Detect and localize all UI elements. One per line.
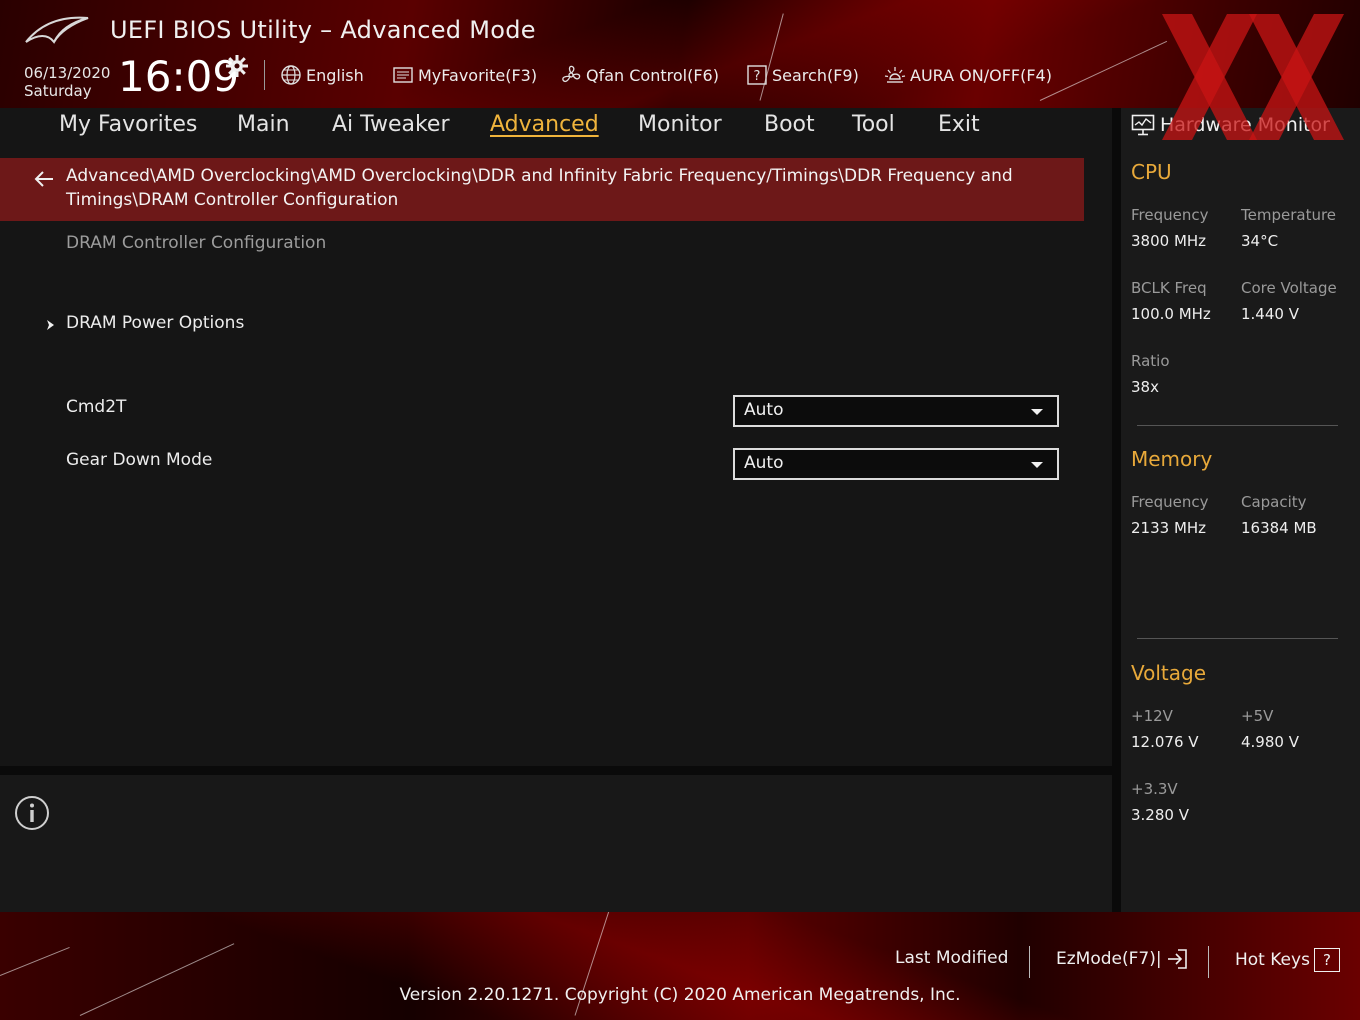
search-button[interactable]: ? Search(F9): [746, 64, 859, 86]
language-button[interactable]: English: [280, 64, 364, 86]
back-arrow-icon[interactable]: [32, 167, 56, 191]
myfavorite-label: MyFavorite(F3): [418, 65, 538, 85]
ezmode-label: EzMode(F7)|: [1056, 949, 1162, 969]
bclk-value: 100.0 MHz: [1131, 305, 1211, 323]
core-voltage-label: Core Voltage: [1241, 279, 1337, 297]
caret-down-icon: [1031, 409, 1043, 415]
gear-down-mode-value: Auto: [744, 453, 784, 473]
section-title: DRAM Controller Configuration: [66, 233, 327, 253]
memory-frequency-value: 2133 MHz: [1131, 519, 1207, 537]
hot-keys-button[interactable]: Hot Keys ?: [1235, 948, 1340, 972]
tab-monitor[interactable]: Monitor: [638, 112, 722, 137]
favorite-list-icon: [393, 67, 413, 83]
app-title: UEFI BIOS Utility – Advanced Mode: [110, 16, 536, 44]
tab-main[interactable]: Main: [237, 112, 290, 137]
tab-advanced[interactable]: Advanced: [490, 112, 599, 137]
v5-value: 4.980 V: [1241, 733, 1299, 751]
ezmode-button[interactable]: EzMode(F7)|: [1056, 948, 1188, 970]
tab-exit[interactable]: Exit: [938, 112, 980, 137]
cpu-heading: CPU: [1131, 160, 1172, 184]
search-label: Search(F9): [772, 65, 859, 85]
memory-frequency-label: Frequency: [1131, 493, 1209, 511]
info-icon: [15, 796, 49, 830]
voltage-heading: Voltage: [1131, 661, 1207, 685]
setting-label-cmd2t: Cmd2T: [66, 397, 127, 417]
rog-logo-icon: [25, 16, 89, 44]
submenu-dram-power-options[interactable]: DRAM Power Options: [66, 313, 244, 333]
v33-label: +3.3V: [1131, 780, 1178, 798]
memory-capacity-label: Capacity: [1241, 493, 1307, 511]
hw-separator: [1137, 425, 1338, 426]
fan-icon: [562, 65, 581, 83]
v12-value: 12.076 V: [1131, 733, 1199, 751]
clock-display: 16:09: [118, 52, 240, 101]
tab-ai-tweaker[interactable]: Ai Tweaker: [332, 112, 450, 137]
core-voltage-value: 1.440 V: [1241, 305, 1299, 323]
monitor-icon: [1131, 114, 1155, 136]
memory-heading: Memory: [1131, 447, 1213, 471]
cpu-frequency-label: Frequency: [1131, 206, 1209, 224]
cmd2t-select[interactable]: Auto: [733, 395, 1059, 427]
gear-icon[interactable]: [225, 54, 249, 78]
globe-icon: [281, 65, 301, 85]
aura-label: AURA ON/OFF(F4): [910, 65, 1052, 85]
cmd2t-value: Auto: [744, 400, 784, 420]
column-divider: [1112, 108, 1121, 912]
cpu-temperature-label: Temperature: [1241, 206, 1337, 224]
caret-down-icon: [1031, 462, 1043, 468]
v12-label: +12V: [1131, 707, 1173, 725]
language-label: English: [306, 65, 364, 85]
footer-separator: [1029, 946, 1030, 978]
hot-keys-label: Hot Keys: [1235, 950, 1310, 970]
hw-separator: [1137, 638, 1338, 639]
footer-separator: [1208, 946, 1209, 978]
last-modified-button[interactable]: Last Modified: [895, 948, 1008, 968]
last-modified-label: Last Modified: [895, 948, 1009, 968]
help-icon: ?: [1313, 948, 1340, 972]
ratio-value: 38x: [1131, 378, 1159, 396]
svg-text:?: ?: [754, 69, 761, 84]
tab-boot[interactable]: Boot: [764, 112, 815, 137]
v33-value: 3.280 V: [1131, 806, 1189, 824]
exit-arrow-icon: [1167, 949, 1187, 969]
qfan-button[interactable]: Qfan Control(F6): [560, 64, 719, 86]
gear-down-mode-select[interactable]: Auto: [733, 448, 1059, 480]
tab-my-favorites[interactable]: My Favorites: [59, 112, 197, 137]
panel-divider: [0, 766, 1112, 775]
ratio-label: Ratio: [1131, 352, 1170, 370]
aura-light-icon: [884, 67, 906, 83]
myfavorite-button[interactable]: MyFavorite(F3): [392, 64, 537, 86]
v5-label: +5V: [1241, 707, 1274, 725]
cpu-temperature-value: 34°C: [1241, 232, 1279, 250]
aura-button[interactable]: AURA ON/OFF(F4): [884, 64, 1052, 86]
date-text: 06/13/2020: [24, 64, 111, 82]
header-separator: [264, 60, 265, 90]
breadcrumb-path: Advanced\AMD Overclocking\AMD Overclocki…: [66, 166, 1013, 210]
tab-tool[interactable]: Tool: [852, 112, 895, 137]
help-info-panel: [0, 775, 1112, 912]
day-text: Saturday: [24, 82, 92, 100]
cpu-frequency-value: 3800 MHz: [1131, 232, 1207, 250]
help-search-icon: ?: [747, 65, 767, 85]
qfan-label: Qfan Control(F6): [586, 65, 719, 85]
date-display: 06/13/2020 Saturday: [24, 64, 110, 100]
version-text: Version 2.20.1271. Copyright (C) 2020 Am…: [399, 985, 961, 1005]
memory-capacity-value: 16384 MB: [1241, 519, 1317, 537]
chevron-right-icon: [47, 320, 54, 330]
watermark-logo-icon: [1162, 14, 1344, 140]
setting-label-gear-down-mode: Gear Down Mode: [66, 450, 213, 470]
bclk-label: BCLK Freq: [1131, 279, 1207, 297]
